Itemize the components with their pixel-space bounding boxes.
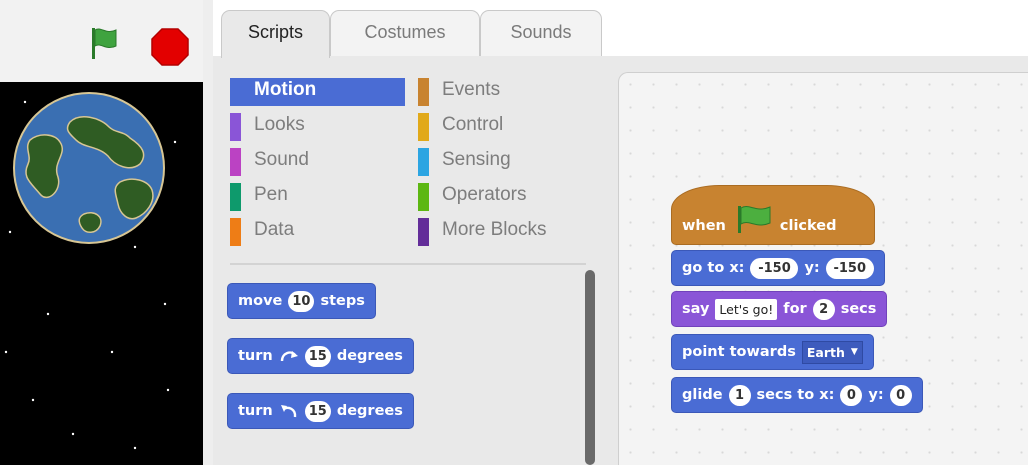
block-word: secs to x: xyxy=(756,387,835,403)
message-input[interactable]: Let's go! xyxy=(715,298,778,320)
category-operators[interactable]: Operators xyxy=(418,181,593,211)
y-input[interactable]: 0 xyxy=(889,384,912,406)
block-turn-right[interactable]: turn 15 degrees xyxy=(227,338,414,374)
secs-input[interactable]: 2 xyxy=(812,298,835,320)
category-color-bar xyxy=(418,183,429,211)
tab-costumes[interactable]: Costumes xyxy=(330,10,480,56)
category-label: Sensing xyxy=(442,149,511,170)
block-word: y: xyxy=(868,387,884,403)
category-label: Looks xyxy=(254,114,305,135)
earth-sprite[interactable] xyxy=(13,92,165,244)
block-word: steps xyxy=(320,293,365,309)
block-say-for-secs[interactable]: say Let's go! for 2 secs xyxy=(671,291,888,327)
degrees-input[interactable]: 15 xyxy=(304,400,331,422)
block-word: secs xyxy=(840,301,877,317)
category-data[interactable]: Data xyxy=(230,216,405,246)
block-when-flag-clicked[interactable]: when clicked xyxy=(671,185,875,245)
block-word: y: xyxy=(804,260,820,276)
category-color-bar xyxy=(418,218,429,246)
block-word: degrees xyxy=(336,403,403,419)
category-label: More Blocks xyxy=(442,219,547,240)
category-color-bar xyxy=(418,148,429,176)
palette-scrollbar[interactable] xyxy=(585,270,595,465)
block-move-steps[interactable]: move 10 steps xyxy=(227,283,376,319)
x-input[interactable]: 0 xyxy=(840,384,863,406)
tab-bar: Scripts Costumes Sounds xyxy=(213,0,1028,58)
category-color-bar xyxy=(418,113,429,141)
category-sound[interactable]: Sound xyxy=(230,146,405,176)
category-label: Motion xyxy=(254,79,317,100)
stage-header xyxy=(0,0,204,82)
block-palette: Motion Looks Sound Pen Data Events Contr… xyxy=(213,56,606,465)
category-label: Operators xyxy=(442,184,527,205)
stage-canvas xyxy=(4,92,177,450)
category-label: Data xyxy=(254,219,295,240)
green-flag-icon xyxy=(737,206,771,233)
block-word: turn xyxy=(238,348,273,364)
category-label: Events xyxy=(442,79,501,100)
block-point-towards[interactable]: point towards Earth ▼ xyxy=(671,334,874,370)
y-input[interactable]: -150 xyxy=(825,257,874,279)
category-events[interactable]: Events xyxy=(418,76,593,106)
block-word: glide xyxy=(682,387,723,403)
block-word: when xyxy=(682,218,726,234)
category-label: Sound xyxy=(254,149,309,170)
category-motion[interactable]: Motion xyxy=(230,76,405,106)
dropdown-value: Earth xyxy=(806,344,845,360)
steps-input[interactable]: 10 xyxy=(288,290,315,312)
category-more-blocks[interactable]: More Blocks xyxy=(418,216,593,246)
block-word: degrees xyxy=(336,348,403,364)
category-pen[interactable]: Pen xyxy=(230,181,405,211)
degrees-input[interactable]: 15 xyxy=(304,345,331,367)
stop-icon[interactable] xyxy=(151,28,189,66)
rotate-counterclockwise-icon xyxy=(280,405,296,418)
block-word: say xyxy=(682,301,710,317)
category-color-bar xyxy=(230,148,241,176)
secs-input[interactable]: 1 xyxy=(728,384,751,406)
stage-divider xyxy=(203,0,213,465)
category-control[interactable]: Control xyxy=(418,111,593,141)
block-go-to-xy[interactable]: go to x: -150 y: -150 xyxy=(671,250,885,286)
tab-scripts[interactable]: Scripts xyxy=(221,10,330,58)
chevron-down-icon: ▼ xyxy=(850,347,858,357)
x-input[interactable]: -150 xyxy=(750,257,799,279)
category-color-bar xyxy=(230,218,241,246)
block-glide-to-xy[interactable]: glide 1 secs to x: 0 y: 0 xyxy=(671,377,923,413)
category-color-bar xyxy=(230,113,241,141)
block-word: go to x: xyxy=(682,260,745,276)
block-word: clicked xyxy=(779,218,837,234)
block-word: turn xyxy=(238,403,273,419)
category-label: Pen xyxy=(254,184,288,205)
block-word: move xyxy=(238,293,283,309)
category-color-bar xyxy=(418,78,429,106)
block-word: for xyxy=(783,301,807,317)
category-label: Control xyxy=(442,114,504,135)
category-sensing[interactable]: Sensing xyxy=(418,146,593,176)
target-dropdown[interactable]: Earth ▼ xyxy=(801,340,863,364)
palette-divider xyxy=(230,263,586,265)
block-turn-left[interactable]: turn 15 degrees xyxy=(227,393,414,429)
category-color-bar xyxy=(230,183,241,211)
block-word: point towards xyxy=(682,344,796,360)
category-looks[interactable]: Looks xyxy=(230,111,405,141)
stage[interactable] xyxy=(0,82,203,465)
rotate-clockwise-icon xyxy=(280,351,298,362)
green-flag-icon[interactable] xyxy=(90,26,118,60)
tab-sounds[interactable]: Sounds xyxy=(480,10,602,56)
